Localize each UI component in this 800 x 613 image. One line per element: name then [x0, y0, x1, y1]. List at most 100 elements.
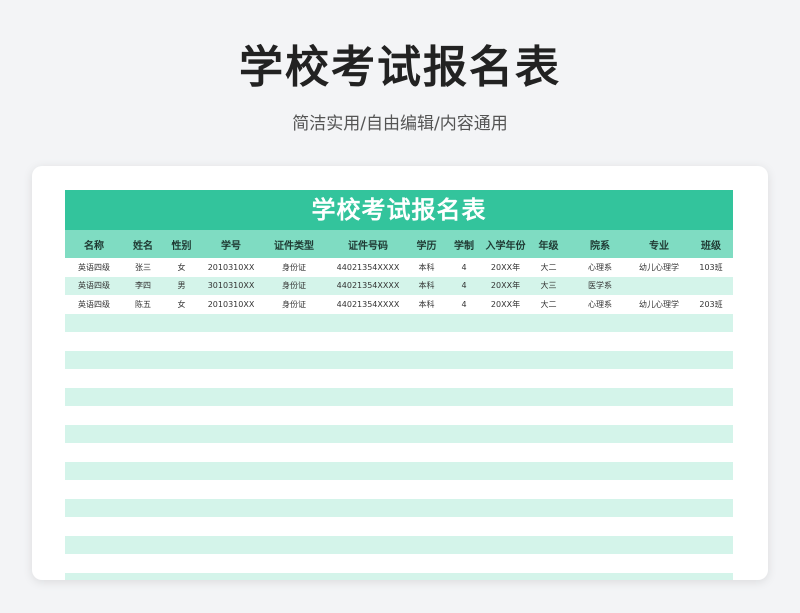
empty-cell[interactable]: [443, 425, 485, 444]
table-cell[interactable]: 身份证: [262, 258, 326, 277]
empty-cell[interactable]: [443, 443, 485, 462]
empty-cell[interactable]: [485, 351, 526, 370]
table-cell[interactable]: [689, 277, 733, 296]
empty-cell[interactable]: [123, 499, 163, 518]
empty-cell[interactable]: [326, 462, 410, 481]
table-cell[interactable]: 大二: [526, 258, 571, 277]
empty-cell[interactable]: [571, 443, 629, 462]
empty-cell[interactable]: [410, 499, 443, 518]
empty-cell[interactable]: [485, 425, 526, 444]
empty-cell[interactable]: [526, 536, 571, 555]
empty-cell[interactable]: [200, 517, 262, 536]
empty-cell[interactable]: [65, 443, 123, 462]
empty-cell[interactable]: [65, 351, 123, 370]
empty-cell[interactable]: [526, 499, 571, 518]
empty-cell[interactable]: [326, 517, 410, 536]
empty-cell[interactable]: [200, 406, 262, 425]
empty-cell[interactable]: [689, 554, 733, 573]
empty-cell[interactable]: [262, 554, 326, 573]
empty-cell[interactable]: [571, 369, 629, 388]
empty-cell[interactable]: [326, 499, 410, 518]
empty-cell[interactable]: [526, 351, 571, 370]
empty-cell[interactable]: [123, 536, 163, 555]
empty-cell[interactable]: [326, 443, 410, 462]
empty-cell[interactable]: [200, 425, 262, 444]
empty-cell[interactable]: [689, 425, 733, 444]
empty-cell[interactable]: [689, 369, 733, 388]
empty-cell[interactable]: [410, 573, 443, 581]
table-cell[interactable]: 3010310XX: [200, 277, 262, 296]
empty-cell[interactable]: [65, 554, 123, 573]
table-cell[interactable]: 身份证: [262, 277, 326, 296]
empty-cell[interactable]: [526, 406, 571, 425]
empty-cell[interactable]: [65, 480, 123, 499]
empty-cell[interactable]: [326, 332, 410, 351]
empty-cell[interactable]: [689, 480, 733, 499]
empty-cell[interactable]: [65, 406, 123, 425]
table-cell[interactable]: 本科: [410, 277, 443, 296]
empty-cell[interactable]: [629, 314, 689, 333]
empty-cell[interactable]: [123, 425, 163, 444]
empty-cell[interactable]: [571, 462, 629, 481]
empty-cell[interactable]: [629, 573, 689, 581]
empty-cell[interactable]: [326, 314, 410, 333]
empty-cell[interactable]: [262, 462, 326, 481]
empty-cell[interactable]: [65, 332, 123, 351]
empty-cell[interactable]: [326, 536, 410, 555]
empty-cell[interactable]: [123, 369, 163, 388]
empty-cell[interactable]: [326, 573, 410, 581]
table-cell[interactable]: 44021354XXXX: [326, 295, 410, 314]
empty-cell[interactable]: [689, 332, 733, 351]
empty-cell[interactable]: [526, 554, 571, 573]
empty-cell[interactable]: [485, 536, 526, 555]
table-cell[interactable]: 本科: [410, 295, 443, 314]
empty-cell[interactable]: [410, 554, 443, 573]
empty-cell[interactable]: [163, 369, 200, 388]
empty-cell[interactable]: [526, 480, 571, 499]
empty-cell[interactable]: [485, 462, 526, 481]
empty-cell[interactable]: [443, 332, 485, 351]
empty-cell[interactable]: [689, 517, 733, 536]
empty-cell[interactable]: [571, 554, 629, 573]
empty-cell[interactable]: [443, 314, 485, 333]
empty-cell[interactable]: [200, 573, 262, 581]
empty-cell[interactable]: [262, 517, 326, 536]
empty-cell[interactable]: [571, 573, 629, 581]
empty-cell[interactable]: [326, 369, 410, 388]
empty-cell[interactable]: [689, 573, 733, 581]
empty-cell[interactable]: [629, 351, 689, 370]
empty-cell[interactable]: [410, 462, 443, 481]
empty-cell[interactable]: [65, 517, 123, 536]
empty-cell[interactable]: [443, 499, 485, 518]
table-cell[interactable]: 幼儿心理学: [629, 295, 689, 314]
empty-cell[interactable]: [485, 369, 526, 388]
empty-cell[interactable]: [163, 462, 200, 481]
table-cell[interactable]: 4: [443, 258, 485, 277]
empty-cell[interactable]: [571, 314, 629, 333]
empty-cell[interactable]: [262, 480, 326, 499]
empty-cell[interactable]: [123, 388, 163, 407]
empty-cell[interactable]: [326, 425, 410, 444]
empty-cell[interactable]: [163, 351, 200, 370]
table-cell[interactable]: 本科: [410, 258, 443, 277]
empty-cell[interactable]: [123, 406, 163, 425]
empty-cell[interactable]: [326, 554, 410, 573]
empty-cell[interactable]: [485, 499, 526, 518]
empty-cell[interactable]: [262, 536, 326, 555]
table-cell[interactable]: 张三: [123, 258, 163, 277]
empty-cell[interactable]: [326, 480, 410, 499]
empty-cell[interactable]: [65, 536, 123, 555]
empty-cell[interactable]: [485, 406, 526, 425]
table-cell[interactable]: 4: [443, 277, 485, 296]
empty-cell[interactable]: [200, 499, 262, 518]
empty-cell[interactable]: [65, 425, 123, 444]
empty-cell[interactable]: [526, 573, 571, 581]
empty-cell[interactable]: [410, 443, 443, 462]
empty-cell[interactable]: [689, 388, 733, 407]
empty-cell[interactable]: [410, 536, 443, 555]
table-cell[interactable]: 英语四级: [65, 258, 123, 277]
empty-cell[interactable]: [123, 517, 163, 536]
empty-cell[interactable]: [571, 499, 629, 518]
empty-cell[interactable]: [123, 573, 163, 581]
empty-cell[interactable]: [485, 314, 526, 333]
